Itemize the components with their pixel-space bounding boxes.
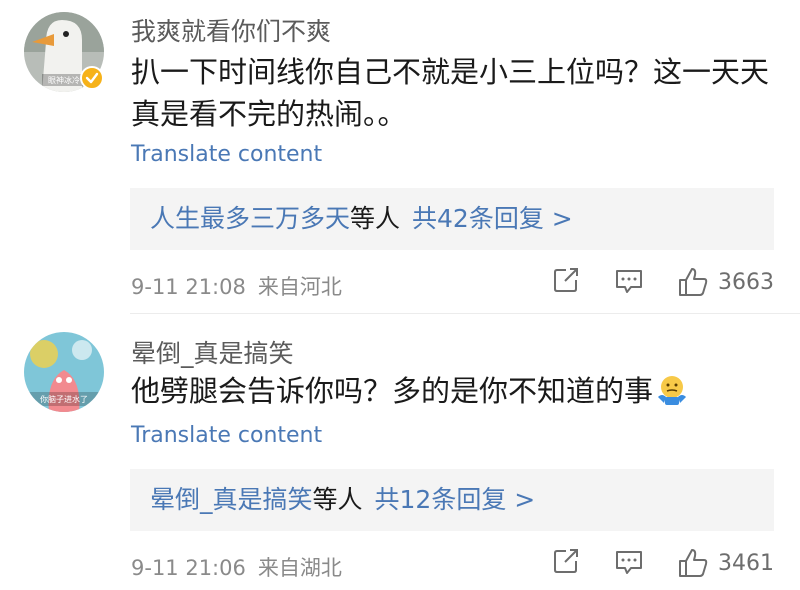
translate-link[interactable]: Translate content (131, 423, 322, 448)
translate-link[interactable]: Translate content (131, 142, 322, 167)
comment-item: 你脑子进水了 晕倒_真是搞笑 他劈腿会告诉你吗？多的是你不知道的事 Transl… (0, 313, 800, 590)
shrug-emoji-icon (658, 376, 687, 405)
comment-item: 眼神冰冷 我爽就看你们不爽 扒一下时间线你自己不就是小三上位吗？这一天天真是看不… (0, 0, 800, 313)
reply-count-link[interactable]: 共42条回复 > (412, 204, 573, 233)
timestamp: 9-11 21:06 (131, 556, 246, 580)
replies-preview[interactable]: 晕倒_真是搞笑等人 共12条回复 > (130, 469, 774, 531)
comment-text-content: 他劈腿会告诉你吗？多的是你不知道的事 (131, 374, 654, 408)
username[interactable]: 我爽就看你们不爽 (131, 12, 331, 48)
verified-badge-icon (80, 66, 104, 90)
avatar-caption: 你脑子进水了 (40, 394, 88, 404)
reply-author[interactable]: 晕倒_真是搞笑 (150, 485, 313, 514)
reply-icon[interactable] (614, 266, 644, 296)
avatar[interactable]: 你脑子进水了 (24, 332, 104, 412)
location: 来自河北 (257, 275, 342, 299)
avatar-caption: 眼神冰冷 (48, 75, 80, 85)
username[interactable]: 晕倒_真是搞笑 (131, 334, 294, 370)
comment-text: 扒一下时间线你自己不就是小三上位吗？这一天天真是看不完的热闹。。 (131, 55, 770, 131)
comment-text: 他劈腿会告诉你吗？多的是你不知道的事 (131, 370, 781, 412)
comment-meta: 9-11 21:06 来自湖北 (131, 552, 342, 582)
like-icon[interactable] (677, 266, 709, 298)
reply-author[interactable]: 人生最多三万多天 (150, 204, 350, 233)
comment-meta: 9-11 21:08 来自河北 (131, 271, 342, 301)
like-count: 3663 (718, 270, 774, 295)
reply-count-link[interactable]: 共12条回复 > (375, 485, 536, 514)
replies-preview[interactable]: 人生最多三万多天等人 共42条回复 > (130, 188, 774, 250)
share-icon[interactable] (552, 547, 580, 575)
reply-connector: 等人 (312, 485, 363, 514)
reply-icon[interactable] (614, 547, 644, 577)
like-count: 3461 (718, 551, 774, 576)
like-icon[interactable] (677, 547, 709, 579)
timestamp: 9-11 21:08 (131, 275, 246, 299)
location: 来自湖北 (257, 556, 342, 580)
share-icon[interactable] (552, 266, 580, 294)
reply-connector: 等人 (350, 204, 401, 233)
